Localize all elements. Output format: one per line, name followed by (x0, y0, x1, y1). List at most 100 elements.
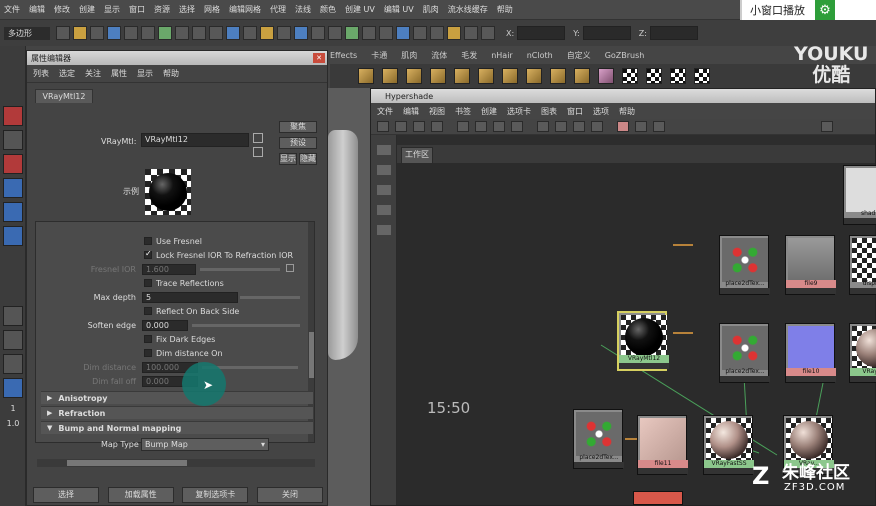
render-icon[interactable] (243, 26, 257, 40)
shelf-tab-5[interactable]: nHair (491, 51, 513, 60)
ae-menu-item-4[interactable]: 显示 (137, 68, 153, 79)
snap-grid-icon[interactable] (158, 26, 172, 40)
ae-menu-item-2[interactable]: 关注 (85, 68, 101, 79)
shelf-checker-icon[interactable] (694, 68, 710, 84)
node-file9[interactable]: file9 (785, 235, 836, 295)
fresnel-ior-field[interactable]: 1.600 (142, 263, 196, 275)
tool-icon-c[interactable] (345, 26, 359, 40)
section-anisotropy[interactable]: ▶ Anisotropy (41, 391, 313, 404)
hs-menu-item-1[interactable]: 编辑 (403, 106, 419, 117)
side-tool-icon[interactable] (377, 205, 391, 215)
history-icon[interactable] (226, 26, 240, 40)
ae-menu-item-0[interactable]: 列表 (33, 68, 49, 79)
shelf-tool-icon[interactable] (550, 68, 566, 84)
fix-dark-edges-checkbox[interactable] (144, 335, 152, 343)
node-place2d-a[interactable]: place2dTex... (719, 235, 770, 295)
select-object-icon[interactable] (124, 26, 138, 40)
lasso-tool-icon[interactable] (3, 130, 23, 150)
graph-icon[interactable] (511, 121, 523, 132)
copy-tab-button[interactable]: 复制选项卡 (182, 487, 249, 503)
gear-icon[interactable]: ⚙ (815, 0, 835, 20)
shelf-tab-4[interactable]: 毛发 (461, 50, 477, 61)
graph-icon[interactable] (573, 121, 585, 132)
snap-curve-icon[interactable] (175, 26, 189, 40)
menu-item-15[interactable]: 肌肉 (423, 4, 439, 15)
menu-item-1[interactable]: 编辑 (29, 4, 45, 15)
graph-icon[interactable] (635, 121, 647, 132)
shelf-tool-icon[interactable] (382, 68, 398, 84)
soften-edge-slider[interactable] (192, 324, 300, 327)
hypershade-titlebar[interactable]: Hypershade (371, 89, 875, 103)
shelf-checker-icon[interactable] (670, 68, 686, 84)
graph-icon[interactable] (537, 121, 549, 132)
menu-item-11[interactable]: 法线 (295, 4, 311, 15)
shelf-tab-6[interactable]: nCloth (527, 51, 553, 60)
horizontal-scrollbar-thumb[interactable] (67, 460, 187, 466)
shelf-tool-icon[interactable] (526, 68, 542, 84)
shelf-tool-icon[interactable] (358, 68, 374, 84)
layout-quad-icon[interactable] (3, 330, 23, 350)
tool-icon-g[interactable] (413, 26, 427, 40)
shelf-tab-7[interactable]: 自定义 (567, 50, 591, 61)
search-icon[interactable] (821, 121, 833, 132)
layout-split-icon[interactable] (3, 354, 23, 374)
scale-tool-icon[interactable] (3, 226, 23, 246)
z-field[interactable] (649, 26, 698, 40)
ipr-render-icon[interactable] (260, 26, 274, 40)
preset-button[interactable]: 预设 (279, 137, 317, 149)
node-shader[interactable]: shadi (843, 165, 876, 225)
menu-item-6[interactable]: 资源 (154, 4, 170, 15)
node-place2d-c[interactable]: place2dTex... (573, 409, 624, 469)
paint-tool-icon[interactable] (3, 154, 23, 174)
shelf-tool-icon[interactable] (430, 68, 446, 84)
y-coord[interactable]: Y: (573, 26, 631, 40)
menu-item-7[interactable]: 选择 (179, 4, 195, 15)
load-attributes-button[interactable]: 加载属性 (107, 487, 174, 503)
layout-icon[interactable] (413, 121, 425, 132)
menu-item-13[interactable]: 创建 UV (345, 4, 375, 15)
menu-item-17[interactable]: 帮助 (497, 4, 513, 15)
node-graph-canvas[interactable]: 15:50 shadi place2dTex... file9 displace… (397, 163, 876, 505)
menu-item-14[interactable]: 编辑 UV (384, 4, 414, 15)
node-vraymtl12[interactable]: VRayMtl12 (617, 311, 669, 371)
tool-icon-k[interactable] (481, 26, 495, 40)
side-tool-icon[interactable] (377, 225, 391, 235)
menu-item-8[interactable]: 网格 (204, 4, 220, 15)
show-button[interactable]: 显示 (279, 153, 297, 165)
scrollbar-thumb[interactable] (309, 332, 314, 378)
open-scene-icon[interactable] (73, 26, 87, 40)
shelf-tool-icon[interactable] (478, 68, 494, 84)
input-connection-icon[interactable] (253, 133, 263, 143)
use-fresnel-checkbox[interactable] (144, 237, 152, 245)
layout-icon[interactable] (395, 121, 407, 132)
tool-icon-b[interactable] (328, 26, 342, 40)
graph-icon[interactable] (555, 121, 567, 132)
new-scene-icon[interactable] (56, 26, 70, 40)
max-depth-field[interactable]: 5 (142, 291, 238, 303)
snap-view-icon[interactable] (209, 26, 223, 40)
hs-menu-item-8[interactable]: 选项 (593, 106, 609, 117)
shelf-tab-8[interactable]: GoZBrush (605, 51, 645, 60)
node-file11[interactable]: file11 (637, 415, 688, 475)
x-coord[interactable]: X: (506, 26, 566, 40)
hypershade-icon[interactable] (294, 26, 308, 40)
graph-icon[interactable] (457, 121, 469, 132)
shelf-tab-2[interactable]: 肌肉 (401, 50, 417, 61)
select-button[interactable]: 选择 (33, 487, 99, 503)
fresnel-ior-slider[interactable] (200, 268, 280, 271)
shelf-tab-0[interactable]: Effects (330, 51, 357, 60)
lock-fresnel-checkbox[interactable]: ✓ (144, 249, 152, 259)
tool-icon-i[interactable] (447, 26, 461, 40)
menu-item-3[interactable]: 创建 (79, 4, 95, 15)
shelf-light-icon[interactable] (598, 68, 614, 84)
hs-menu-item-0[interactable]: 文件 (377, 106, 393, 117)
node-displace[interactable]: displace (849, 235, 876, 295)
tool-icon-e[interactable] (379, 26, 393, 40)
shelf-tool-icon[interactable] (454, 68, 470, 84)
mode-select[interactable]: 多边形 (4, 26, 50, 40)
section-refraction[interactable]: ▶ Refraction (41, 406, 313, 419)
node-partial-red[interactable] (633, 491, 683, 505)
material-name-field[interactable]: VRayMtl12 (141, 133, 249, 147)
node-file10[interactable]: file10 (785, 323, 836, 383)
map-type-select[interactable]: Bump Map ▾ (141, 438, 269, 451)
